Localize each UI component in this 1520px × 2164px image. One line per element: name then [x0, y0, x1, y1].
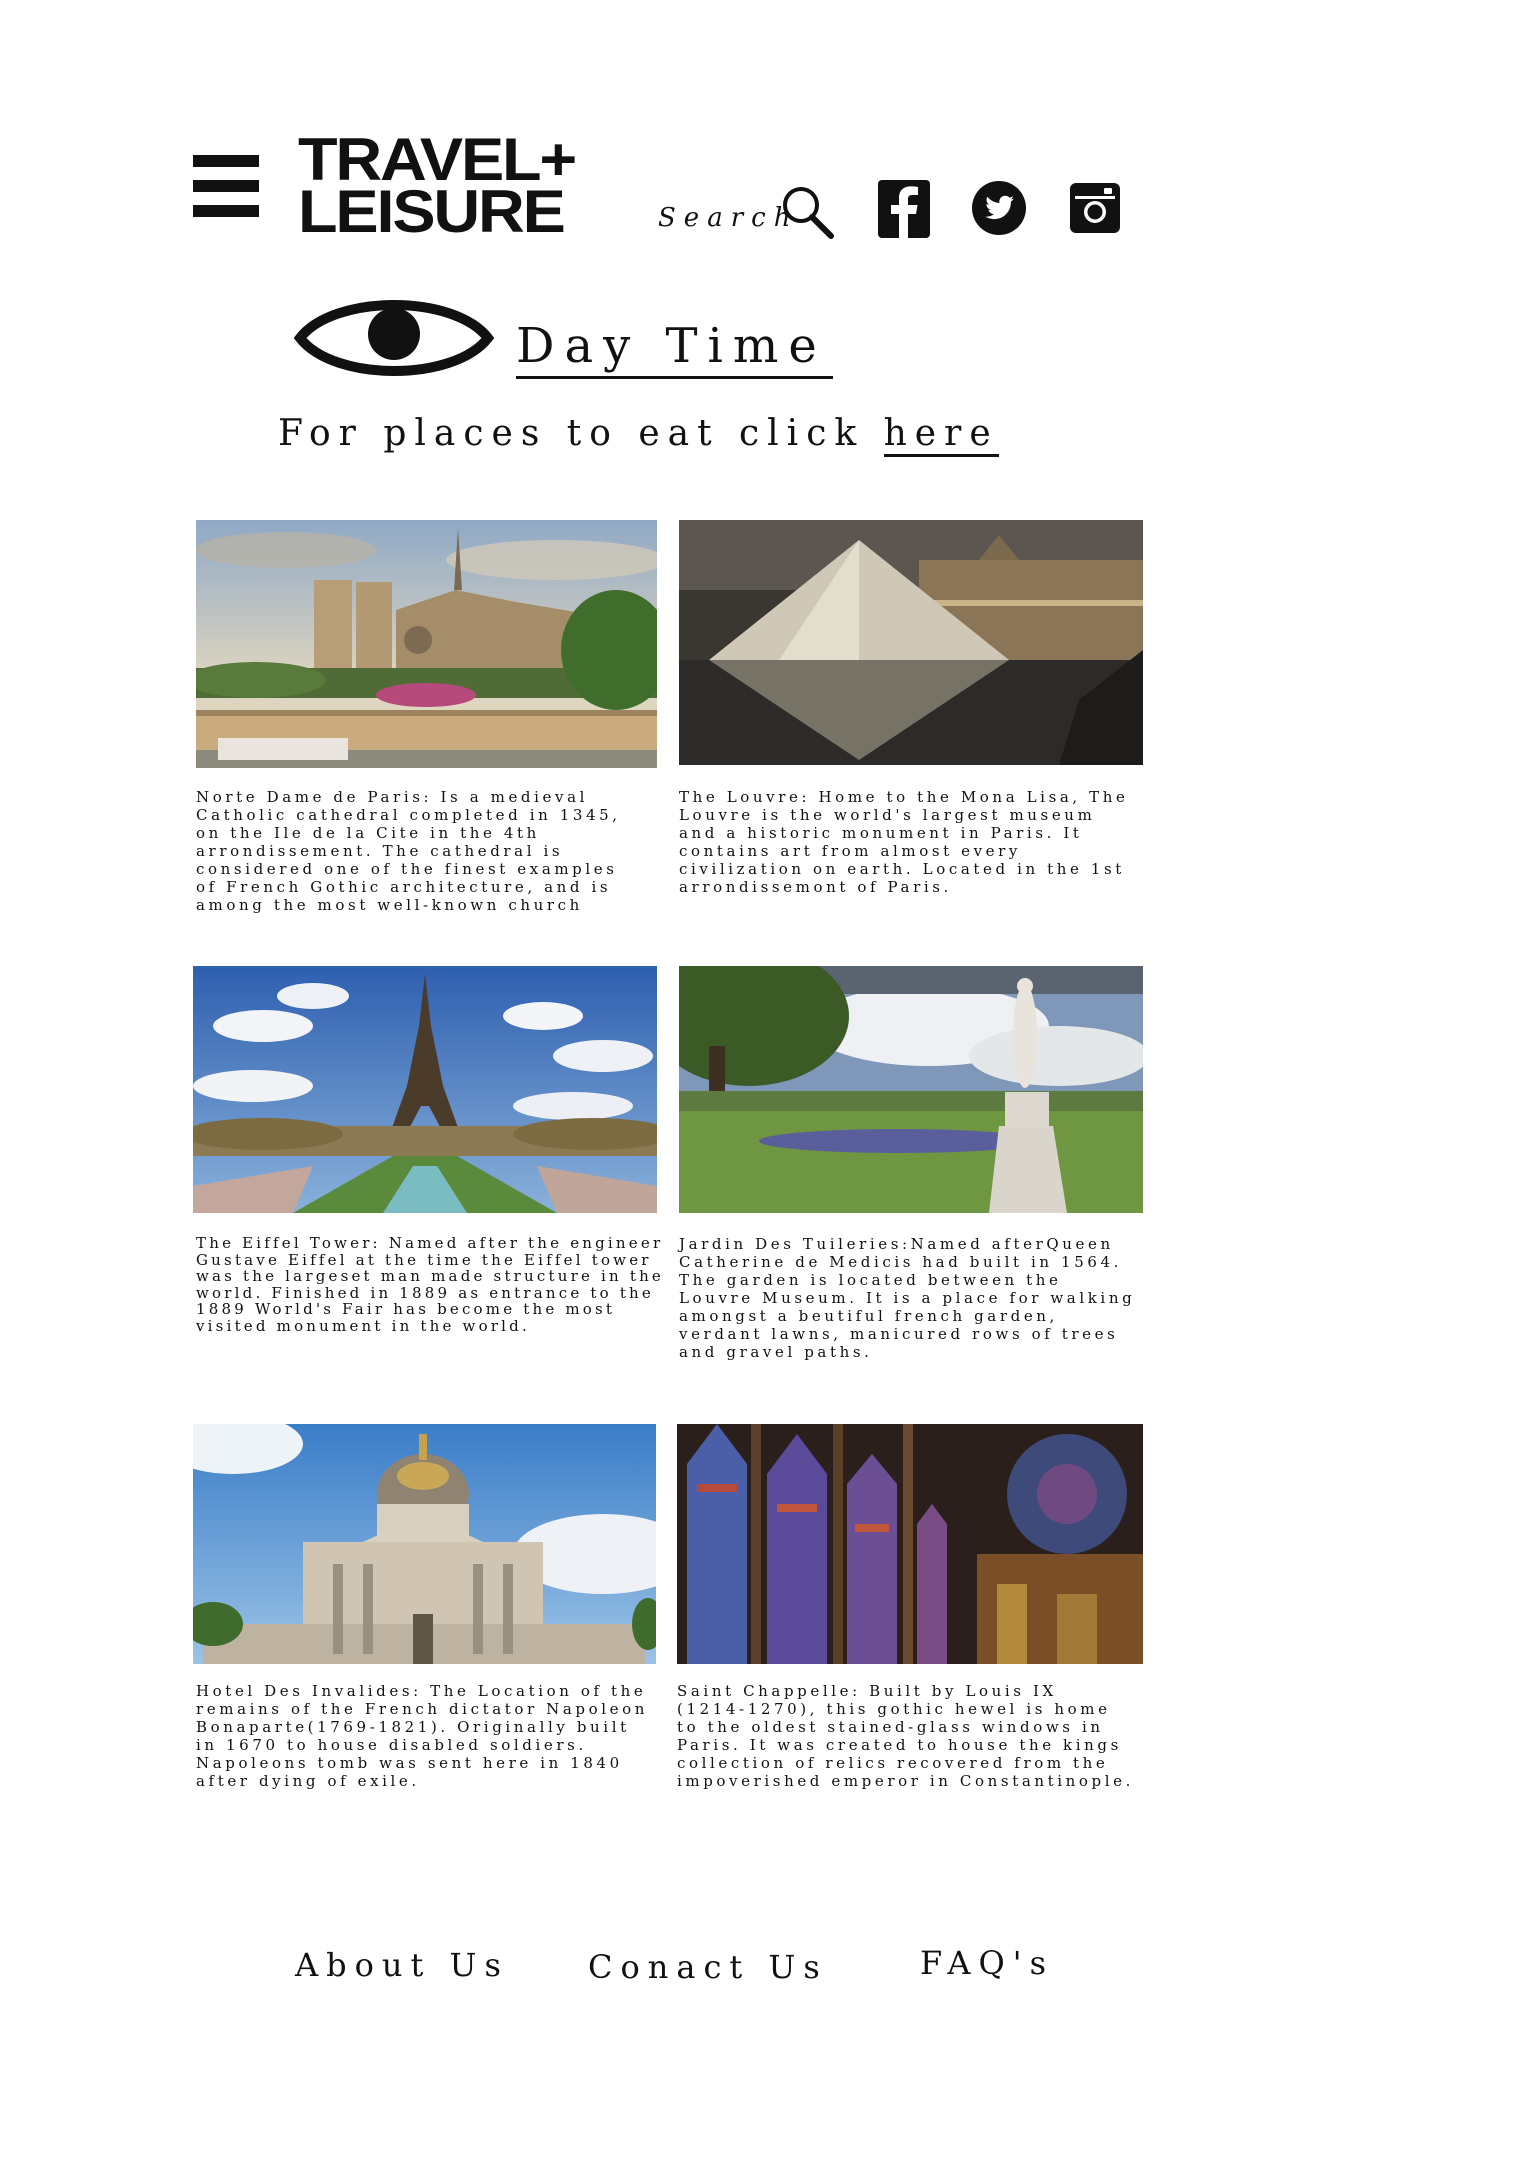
desc-line: Jardin Des Tuileries:Named afterQueen — [679, 1235, 1114, 1253]
search-icon[interactable] — [779, 183, 835, 239]
desc-line: arrondissement. The cathedral is — [196, 842, 564, 860]
desc-line: world. Finished in 1889 as entrance to t… — [196, 1283, 654, 1302]
desc-line: collection of relics recovered from the — [677, 1754, 1109, 1772]
eiffel-tower-photo — [193, 966, 657, 1213]
eat-prompt: For places to eat click here — [278, 410, 999, 458]
desc-line: Hotel Des Invalides: The Location of the — [196, 1682, 647, 1700]
logo-line-2: LEISURE — [298, 178, 566, 245]
desc-line: civilization on earth. Located in the 1s… — [679, 860, 1125, 878]
desc-line: 1889 World's Fair has become the most — [196, 1300, 616, 1319]
desc-line: Louvre is the world's largest museum — [679, 806, 1096, 824]
faq-link[interactable]: FAQ's — [920, 1944, 1054, 1982]
notre-dame-photo — [196, 520, 657, 768]
notre-dame-description: Norte Dame de Paris: Is a medieval Catho… — [196, 788, 666, 914]
eat-prompt-text: For places to eat click — [278, 413, 865, 454]
twitter-icon[interactable] — [971, 180, 1027, 236]
louvre-description: The Louvre: Home to the Mona Lisa, The L… — [679, 788, 1149, 896]
desc-line: Norte Dame de Paris: Is a medieval — [196, 788, 589, 806]
desc-line: (1214-1270), this gothic hewel is home — [677, 1700, 1111, 1718]
desc-line: Napoleons tomb was sent here in 1840 — [196, 1754, 623, 1772]
desc-line: Catherine de Medicis had built in 1564. — [679, 1253, 1122, 1271]
desc-line: after dying of exile. — [196, 1772, 420, 1790]
eiffel-tower-description: The Eiffel Tower: Named after the engine… — [196, 1235, 666, 1335]
desc-line: Saint Chappelle: Built by Louis IX — [677, 1682, 1057, 1700]
desc-line: of French Gothic architecture, and is — [196, 878, 612, 896]
desc-line: impoverished emperor in Constantinople. — [677, 1772, 1134, 1790]
invalides-photo — [193, 1424, 656, 1664]
desc-line: The Louvre: Home to the Mona Lisa, The — [679, 788, 1129, 806]
desc-line: Catholic cathedral completed in 1345, — [196, 806, 621, 824]
desc-line: Gustave Eiffel at the time the Eiffel to… — [196, 1250, 652, 1269]
desc-line: The garden is located between the — [679, 1271, 1062, 1289]
desc-line: Paris. It was created to house the kings — [677, 1736, 1122, 1754]
desc-line: and gravel paths. — [679, 1343, 873, 1361]
desc-line: considered one of the finest examples — [196, 860, 618, 878]
desc-line: arrondissemont of Paris. — [679, 878, 952, 896]
menu-icon[interactable] — [193, 155, 259, 217]
facebook-icon[interactable] — [878, 180, 930, 238]
page-title: Day Time — [516, 316, 833, 379]
louvre-photo — [679, 520, 1143, 765]
desc-line: amongst a beutiful french garden, — [679, 1307, 1058, 1325]
eat-here-link[interactable]: here — [883, 413, 999, 457]
tuileries-photo — [679, 966, 1143, 1213]
desc-line: contains art from almost every — [679, 842, 1022, 860]
search-label[interactable]: Search — [658, 203, 798, 233]
tuileries-description: Jardin Des Tuileries:Named afterQueen Ca… — [679, 1235, 1149, 1361]
logo[interactable]: TRAVEL+ LEISURE — [298, 130, 624, 242]
desc-line: visited monument in the world. — [196, 1316, 530, 1335]
eye-icon — [293, 286, 495, 390]
instagram-icon[interactable] — [1070, 183, 1120, 233]
desc-line: to the oldest stained-glass windows in — [677, 1718, 1104, 1736]
sainte-chapelle-description: Saint Chappelle: Built by Louis IX (1214… — [677, 1682, 1147, 1790]
desc-line: verdant lawns, manicured rows of trees — [679, 1325, 1119, 1343]
contact-us-link[interactable]: Conact Us — [588, 1948, 828, 1986]
desc-line: The Eiffel Tower: Named after the engine… — [196, 1234, 664, 1252]
desc-line: on the Ile de la Cite in the 4th — [196, 824, 540, 842]
desc-line: among the most well-known church — [196, 896, 583, 914]
desc-line: and a historic monument in Paris. It — [679, 824, 1083, 842]
invalides-description: Hotel Des Invalides: The Location of the… — [196, 1682, 666, 1790]
about-us-link[interactable]: About Us — [295, 1946, 509, 1984]
desc-line: in 1670 to house disabled soldiers. — [196, 1736, 587, 1754]
desc-line: was the largeset man made structure in t… — [196, 1267, 665, 1286]
desc-line: remains of the French dictator Napoleon — [196, 1700, 649, 1718]
desc-line: Louvre Museum. It is a place for walking — [679, 1289, 1136, 1307]
sainte-chapelle-photo — [677, 1424, 1143, 1664]
desc-line: Bonaparte(1769-1821). Originally built — [196, 1718, 630, 1736]
